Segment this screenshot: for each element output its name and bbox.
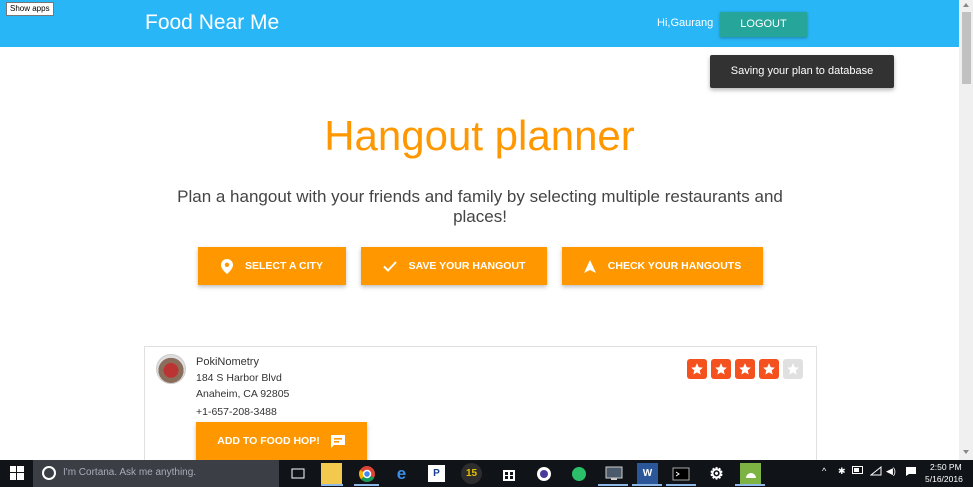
- bluetooth-icon[interactable]: ✱: [838, 466, 846, 477]
- add-to-food-hop-button[interactable]: ADD TO FOOD HOP!: [196, 422, 367, 460]
- clock-time[interactable]: 2:50 PM: [930, 462, 962, 472]
- star-filled-icon: [687, 359, 707, 379]
- android-app-active-indicator: [735, 484, 765, 486]
- tray-chevron-up-icon[interactable]: ^: [822, 466, 826, 476]
- terminal-icon[interactable]: [670, 463, 691, 484]
- terminal-active-indicator: [666, 484, 696, 486]
- select-city-button[interactable]: SELECT A CITY: [198, 247, 346, 285]
- user-greeting: Hi,Gaurang: [657, 17, 714, 29]
- scroll-down-arrow-icon[interactable]: [963, 450, 969, 454]
- page-subtitle: Plan a hangout with your friends and fam…: [177, 187, 783, 226]
- restaurant-phone: +1-657-208-3488: [196, 406, 277, 418]
- volume-icon[interactable]: ◀): [886, 466, 896, 477]
- logout-button[interactable]: LOGOUT: [720, 12, 807, 37]
- media-app-icon[interactable]: [533, 463, 554, 484]
- star-empty-icon: [783, 359, 803, 379]
- star-rating: [687, 359, 807, 379]
- chrome-active-indicator: [354, 484, 379, 486]
- star-filled-icon: [711, 359, 731, 379]
- windows-start-icon[interactable]: [10, 466, 24, 485]
- settings-gear-icon[interactable]: ⚙: [706, 463, 727, 484]
- file-explorer-active-indicator: [321, 484, 343, 486]
- word-active-indicator: [632, 484, 662, 486]
- toast-notification: Saving your plan to database: [710, 55, 894, 88]
- select-city-label: SELECT A CITY: [245, 260, 323, 272]
- restaurant-address-line1: 184 S Harbor Blvd: [196, 372, 282, 384]
- task-view-icon[interactable]: [287, 463, 308, 484]
- clock-date[interactable]: 5/16/2016: [925, 474, 963, 484]
- add-to-food-hop-label: ADD TO FOOD HOP!: [217, 435, 320, 447]
- scrollbar-thumb[interactable]: [962, 12, 971, 84]
- chrome-icon[interactable]: [356, 463, 377, 484]
- edge-icon[interactable]: e: [391, 463, 412, 484]
- restaurant-name: PokiNometry: [196, 356, 259, 368]
- checkmark-icon: [382, 260, 397, 272]
- star-filled-icon: [735, 359, 755, 379]
- navigation-arrow-icon: [583, 259, 596, 273]
- store-icon[interactable]: [498, 463, 519, 484]
- scroll-up-arrow-icon[interactable]: [963, 3, 969, 7]
- monitor-app-active-indicator: [598, 484, 628, 486]
- check-hangouts-button[interactable]: CHECK YOUR HANGOUTS: [562, 247, 763, 285]
- save-hangout-label: SAVE YOUR HANGOUT: [408, 260, 526, 272]
- monitor-app-icon[interactable]: [603, 463, 624, 484]
- location-pin-icon: [221, 258, 233, 274]
- restaurant-avatar: [156, 354, 186, 384]
- word-icon[interactable]: W: [637, 463, 658, 484]
- pandora-icon[interactable]: P: [428, 465, 445, 482]
- file-explorer-icon[interactable]: [321, 463, 342, 484]
- comment-icon: [330, 434, 346, 449]
- save-hangout-button[interactable]: SAVE YOUR HANGOUT: [361, 247, 547, 285]
- restaurant-address-line2: Anaheim, CA 92805: [196, 388, 290, 400]
- green-app-icon[interactable]: [568, 463, 589, 484]
- battery-icon[interactable]: [852, 466, 864, 476]
- top-navbar: Food Near Me Hi,Gaurang LOGOUT: [0, 0, 959, 47]
- page-title: Hangout planner: [324, 112, 635, 159]
- check-hangouts-label: CHECK YOUR HANGOUTS: [607, 260, 742, 272]
- cortana-placeholder: I'm Cortana. Ask me anything.: [63, 467, 197, 478]
- brand-title[interactable]: Food Near Me: [145, 11, 279, 35]
- show-apps-tooltip: Show apps: [6, 2, 54, 16]
- android-app-icon[interactable]: [740, 463, 761, 484]
- star-filled-icon: [759, 359, 779, 379]
- fifteen-app-icon[interactable]: 15: [461, 463, 482, 484]
- cortana-icon: [42, 466, 56, 480]
- wifi-icon[interactable]: [869, 465, 882, 478]
- action-center-icon[interactable]: [905, 466, 917, 479]
- browser-page: Food Near Me Hi,Gaurang LOGOUT Show apps…: [0, 0, 973, 487]
